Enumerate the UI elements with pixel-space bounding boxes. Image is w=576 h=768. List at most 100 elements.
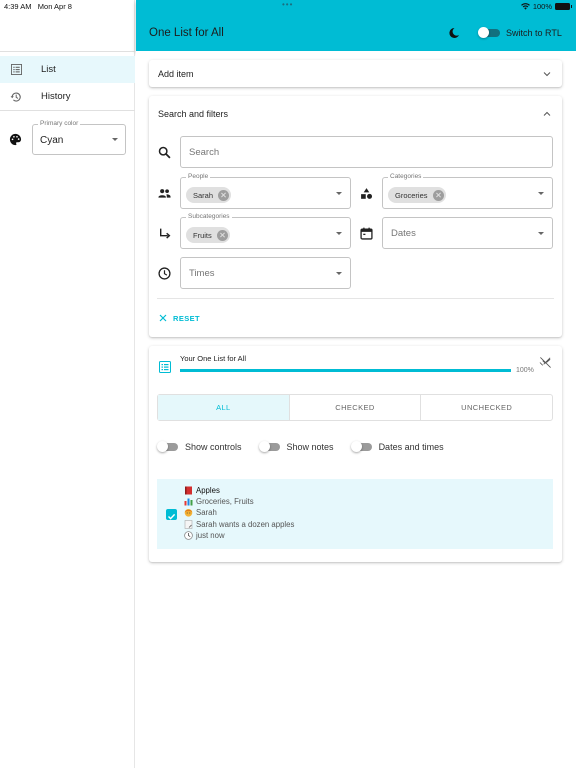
status-right: 100%: [520, 2, 572, 11]
item-note-line: Sarah wants a dozen apples: [184, 519, 294, 530]
moon-icon[interactable]: [448, 27, 460, 39]
status-bar: 4:39 AM Mon Apr 8 ••• 100%: [0, 0, 576, 12]
chip-remove-icon[interactable]: [218, 189, 230, 201]
item-note: Sarah wants a dozen apples: [196, 519, 295, 529]
item-person-line: Sarah: [184, 507, 294, 518]
item-checkbox[interactable]: [166, 509, 177, 520]
search-icon: [158, 146, 171, 159]
sidebar-item-history[interactable]: History: [0, 83, 135, 110]
categories-select[interactable]: Categories Groceries: [382, 173, 553, 209]
history-icon: [10, 91, 22, 103]
sidebar-divider: [0, 51, 135, 52]
dropdown-arrow-icon[interactable]: [336, 192, 342, 195]
dates-placeholder: Dates: [391, 228, 416, 239]
people-select[interactable]: People Sarah: [180, 173, 351, 209]
dates-select[interactable]: Dates: [382, 217, 553, 249]
list-item[interactable]: Apples Groceries, Fruits Sarah Sarah wan…: [157, 479, 553, 549]
primary-color-label: Primary color: [38, 120, 81, 127]
chip-label: Fruits: [193, 230, 212, 240]
list-icon: [159, 361, 171, 373]
subdirectory-arrow-icon: [160, 228, 171, 239]
sidebar-divider: [0, 110, 135, 111]
dropdown-arrow-icon[interactable]: [538, 232, 544, 235]
checkmark-icon: [168, 513, 176, 520]
chip-remove-icon[interactable]: [216, 229, 228, 241]
toggle-switch[interactable]: [157, 441, 179, 452]
show-controls-toggle[interactable]: Show controls: [157, 441, 242, 452]
show-notes-toggle[interactable]: Show notes: [258, 441, 334, 452]
primary-color-select[interactable]: Primary color Cyan: [32, 120, 126, 155]
toggle-switch[interactable]: [258, 441, 281, 452]
status-time: 4:39 AM Mon Apr 8: [4, 2, 72, 11]
subcategories-select[interactable]: Subcategories Fruits: [180, 213, 351, 249]
calendar-icon: [360, 227, 373, 240]
search-input[interactable]: Search: [180, 136, 553, 168]
filter-tabs: ALL CHECKED UNCHECKED: [157, 394, 553, 421]
reset-button[interactable]: RESET: [159, 311, 200, 325]
view-toggles: Show controls Show notes Dates and times: [157, 441, 461, 452]
toggle-knob: [478, 27, 489, 38]
sidebar-item-list[interactable]: List: [0, 56, 135, 83]
chip-label: Groceries: [395, 190, 428, 200]
chevron-up-icon[interactable]: [543, 110, 551, 118]
item-categories-line: Groceries, Fruits: [184, 496, 294, 507]
search-filters-header: Search and filters: [158, 109, 229, 119]
sidebar: List History Primary color Cyan: [0, 0, 135, 768]
add-item-header: Add item: [158, 69, 194, 79]
tab-unchecked[interactable]: UNCHECKED: [420, 395, 552, 420]
memo-icon: [184, 519, 193, 529]
multitask-dots[interactable]: •••: [282, 0, 293, 9]
toggle-label: Dates and times: [378, 442, 444, 452]
item-time: just now: [196, 530, 225, 540]
people-chip-sarah[interactable]: Sarah: [186, 187, 232, 203]
primary-color-value: Cyan: [40, 135, 64, 146]
remove-done-icon[interactable]: [539, 356, 552, 369]
main-content: Add item Search and filters Search Peopl…: [136, 51, 576, 768]
subcategories-chip-fruits[interactable]: Fruits: [186, 227, 230, 243]
dropdown-arrow-icon: [112, 138, 118, 141]
person-icon: [184, 509, 193, 518]
dropdown-arrow-icon[interactable]: [336, 232, 342, 235]
tab-checked[interactable]: CHECKED: [288, 395, 421, 420]
sidebar-item-label: History: [41, 91, 71, 102]
progress-label: 100%: [516, 367, 534, 374]
filters-divider: [157, 298, 554, 299]
palette-icon: [9, 133, 22, 146]
chip-label: Sarah: [193, 190, 214, 200]
clock-icon: [158, 267, 171, 280]
battery-icon: [555, 3, 572, 10]
toggle-switch[interactable]: [350, 441, 373, 452]
item-categories: Groceries, Fruits: [196, 497, 254, 507]
times-placeholder: Times: [189, 268, 215, 279]
chevron-down-icon[interactable]: [543, 70, 551, 78]
dropdown-arrow-icon[interactable]: [538, 192, 544, 195]
bar-chart-icon: [184, 498, 193, 506]
dates-times-toggle[interactable]: Dates and times: [350, 441, 444, 452]
battery-percent: 100%: [532, 2, 552, 11]
categories-label: Categories: [388, 173, 424, 180]
search-filters-panel: Search and filters Search People Sarah C…: [149, 96, 562, 337]
list-icon: [10, 64, 22, 76]
people-label: People: [186, 173, 211, 180]
add-item-panel[interactable]: Add item: [149, 60, 562, 87]
search-placeholder: Search: [189, 147, 220, 158]
item-name: Apples: [196, 486, 220, 496]
tab-all[interactable]: ALL: [158, 395, 289, 420]
reset-label: RESET: [173, 313, 201, 323]
chip-remove-icon[interactable]: [432, 189, 444, 201]
dropdown-arrow-icon[interactable]: [336, 272, 342, 275]
wifi-icon: [520, 3, 530, 10]
times-select[interactable]: Times: [180, 257, 351, 289]
toggle-label: Show controls: [185, 442, 242, 452]
sidebar-item-label: List: [41, 64, 56, 75]
rtl-toggle-label: Switch to RTL: [506, 28, 562, 38]
people-icon: [158, 189, 171, 198]
item-person: Sarah: [196, 508, 217, 518]
list-panel: Your One List for All 100% ALL CHECKED U…: [149, 346, 562, 562]
categories-chip-groceries[interactable]: Groceries: [388, 187, 446, 203]
app-title: One List for All: [149, 27, 224, 39]
subcategories-label: Subcategories: [186, 213, 232, 220]
rtl-toggle[interactable]: [478, 27, 500, 38]
toggle-label: Show notes: [286, 442, 334, 452]
clock-icon: [184, 531, 193, 540]
